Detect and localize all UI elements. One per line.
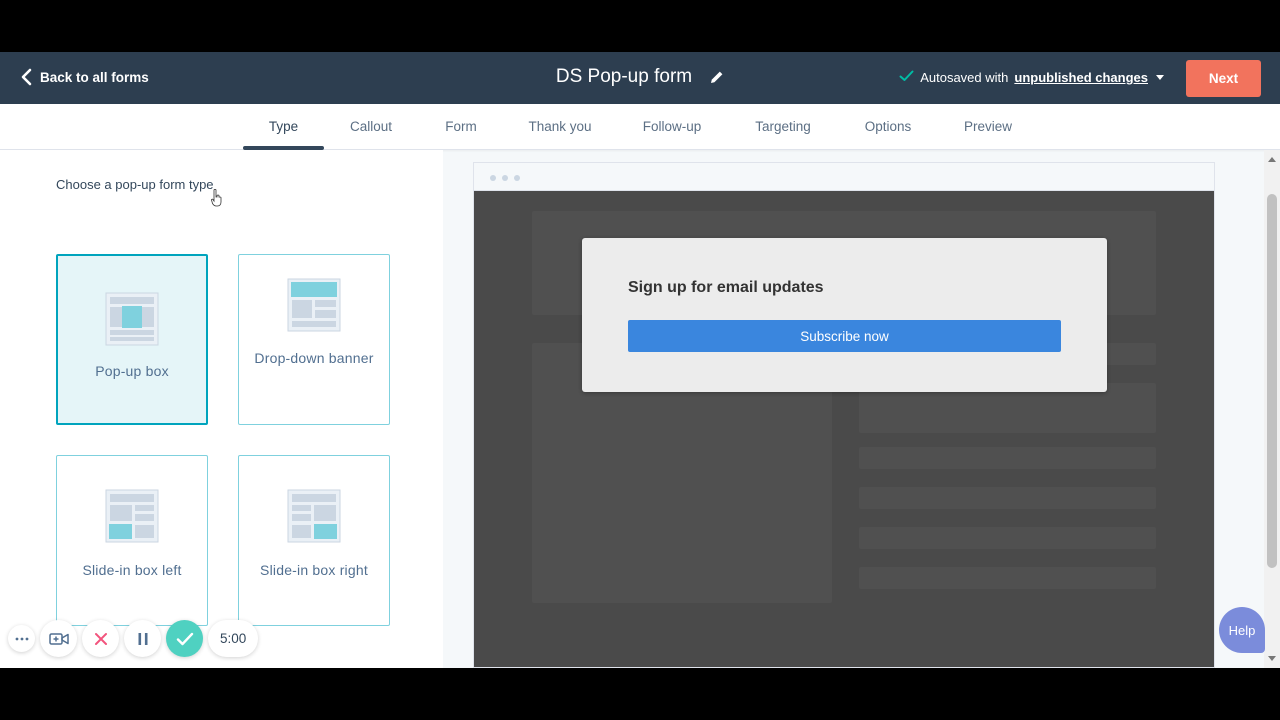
check-icon <box>176 632 193 645</box>
ghost-block <box>859 567 1156 589</box>
card-label: Drop-down banner <box>254 350 374 366</box>
autosave-prefix: Autosaved with <box>920 70 1009 85</box>
subscribe-button[interactable]: Subscribe now <box>628 320 1061 352</box>
chevron-left-icon <box>21 68 32 86</box>
pause-icon <box>138 632 147 645</box>
more-dots-icon <box>15 637 28 640</box>
back-to-all-forms-link[interactable]: Back to all forms <box>20 68 149 86</box>
tab-options[interactable]: Options <box>856 104 920 150</box>
step-tabs: Type Callout Form Thank you Follow-up Ta… <box>0 104 1280 150</box>
page-scrollbar[interactable] <box>1264 150 1280 668</box>
next-button[interactable]: Next <box>1186 60 1261 97</box>
popup-preview: Sign up for email updates Subscribe now <box>582 238 1107 392</box>
back-label: Back to all forms <box>40 69 149 85</box>
browser-dot-icon <box>514 175 520 181</box>
browser-dot-icon <box>490 175 496 181</box>
slide-in-right-icon <box>287 489 341 543</box>
card-label: Slide-in box left <box>82 562 182 578</box>
type-card-popup-box[interactable]: Pop-up box <box>56 254 208 425</box>
app-stage: Back to all forms DS Pop-up form Autosav… <box>0 52 1280 668</box>
recorder-camera-button[interactable] <box>40 620 77 657</box>
scroll-thumb[interactable] <box>1267 194 1277 568</box>
help-button[interactable]: Help <box>1219 607 1265 653</box>
ghost-block <box>859 447 1156 469</box>
tab-preview[interactable]: Preview <box>956 104 1020 150</box>
popup-title: Sign up for email updates <box>628 279 824 296</box>
form-title[interactable]: DS Pop-up form <box>556 66 724 88</box>
type-card-dropdown-banner[interactable]: Drop-down banner <box>238 254 390 425</box>
choose-type-label: Choose a pop-up form type <box>56 177 214 192</box>
card-label: Slide-in box right <box>260 562 368 578</box>
recorder-timer: 5:00 <box>208 620 259 657</box>
tab-form[interactable]: Form <box>436 104 486 150</box>
caret-down-icon[interactable] <box>1156 75 1164 80</box>
type-selection-panel: Choose a pop-up form type Pop-up box Dro… <box>0 150 443 668</box>
form-title-text: DS Pop-up form <box>555 66 693 87</box>
unpublished-changes-link[interactable]: unpublished changes <box>1014 70 1148 85</box>
close-icon <box>94 632 107 645</box>
browser-dot-icon <box>502 175 508 181</box>
card-label: Pop-up box <box>95 363 169 379</box>
recorder-controls: 5:00 <box>8 620 259 657</box>
tab-callout[interactable]: Callout <box>340 104 402 150</box>
type-card-slide-in-left[interactable]: Slide-in box left <box>56 455 208 626</box>
tab-type[interactable]: Type <box>243 104 324 150</box>
ghost-block <box>859 487 1156 509</box>
check-icon <box>899 70 914 85</box>
camera-icon <box>48 632 69 645</box>
recorder-cancel-button[interactable] <box>82 620 119 657</box>
tab-targeting[interactable]: Targeting <box>746 104 820 150</box>
preview-frame: Sign up for email updates Subscribe now <box>473 162 1215 668</box>
top-header: Back to all forms DS Pop-up form Autosav… <box>0 52 1280 104</box>
autosave-status: Autosaved with unpublished changes <box>899 70 1164 85</box>
tab-thank-you[interactable]: Thank you <box>520 104 600 150</box>
mouse-cursor-icon <box>211 189 222 207</box>
scroll-down-icon[interactable] <box>1268 656 1276 661</box>
popup-box-icon <box>105 292 159 346</box>
recorder-pause-button[interactable] <box>124 620 161 657</box>
recorder-more-button[interactable] <box>8 625 35 652</box>
scroll-up-icon[interactable] <box>1268 157 1276 162</box>
pencil-icon[interactable] <box>710 70 724 84</box>
tab-follow-up[interactable]: Follow-up <box>634 104 710 150</box>
recorder-finish-button[interactable] <box>166 620 203 657</box>
type-card-slide-in-right[interactable]: Slide-in box right <box>238 455 390 626</box>
slide-in-left-icon <box>105 489 159 543</box>
ghost-block <box>859 527 1156 549</box>
dropdown-banner-icon <box>287 278 341 332</box>
browser-bar <box>474 163 1214 191</box>
